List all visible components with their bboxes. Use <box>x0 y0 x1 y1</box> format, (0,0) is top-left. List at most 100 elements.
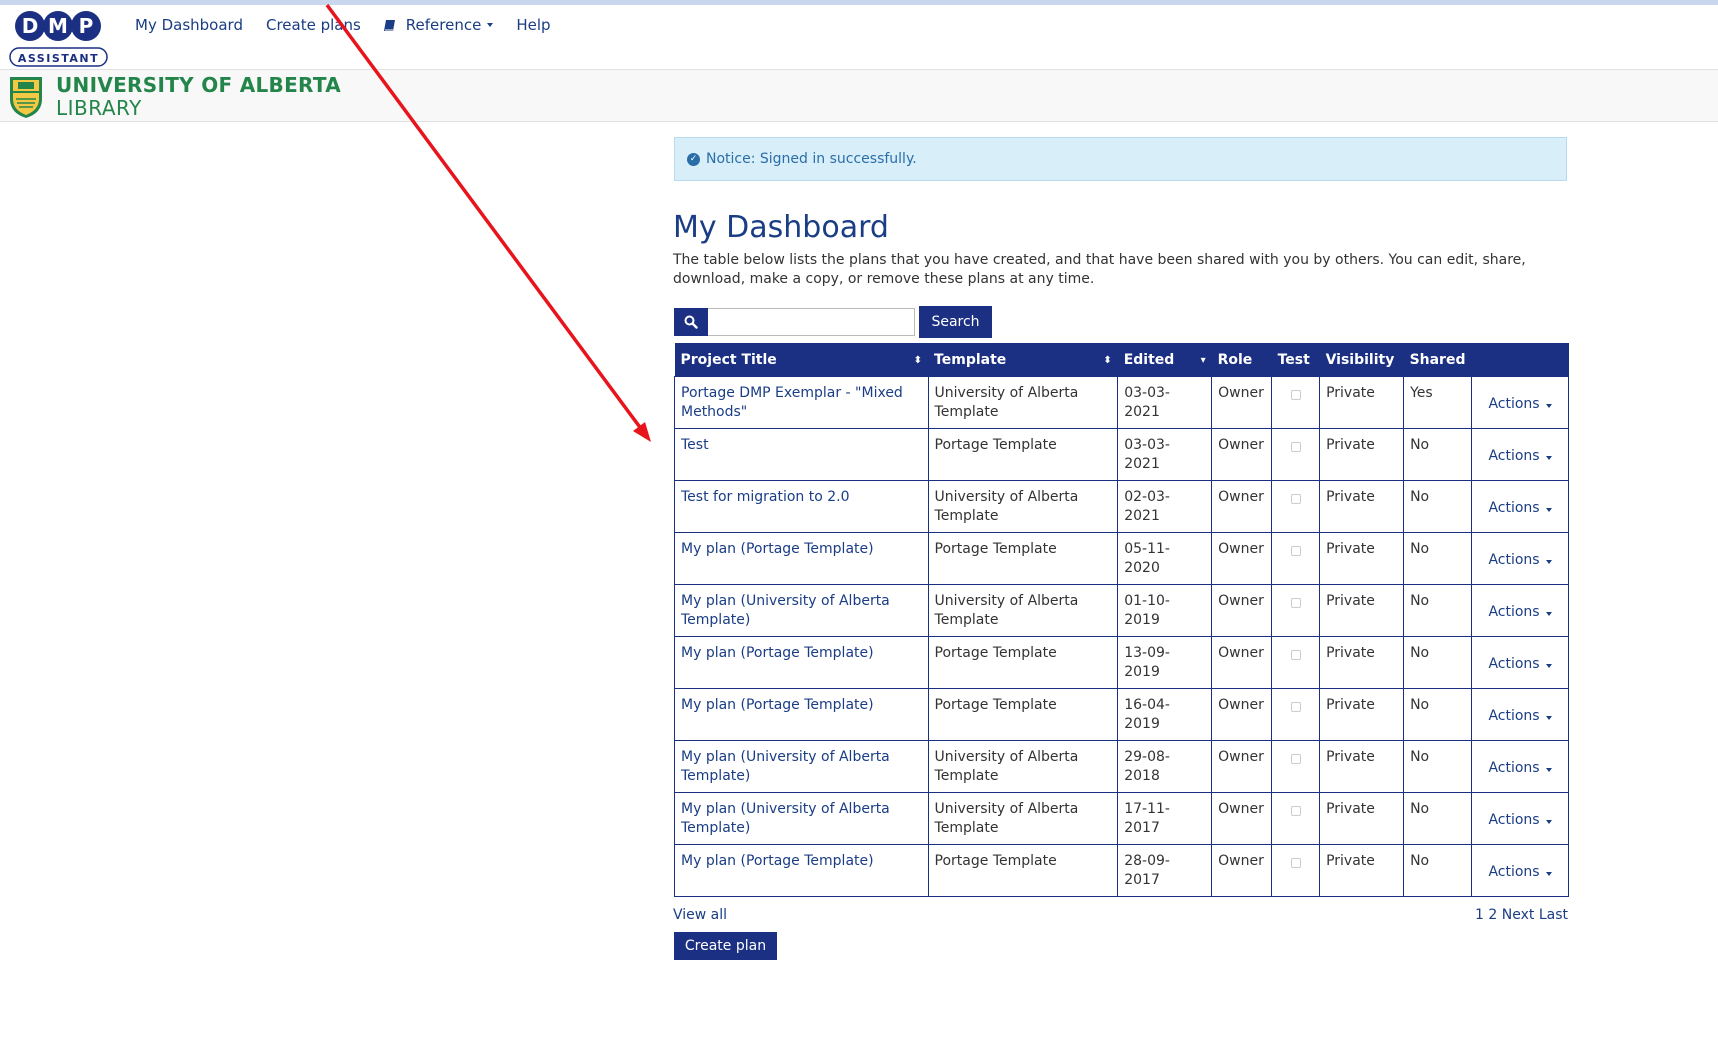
actions-dropdown[interactable]: Actions <box>1488 552 1552 568</box>
test-checkbox[interactable] <box>1290 546 1301 556</box>
actions-dropdown[interactable]: Actions <box>1488 500 1552 516</box>
chevron-down-icon <box>1545 611 1552 616</box>
nav-help[interactable]: Help <box>516 16 550 34</box>
actions-dropdown[interactable]: Actions <box>1488 708 1552 724</box>
plan-actions-cell: Actions <box>1471 636 1569 689</box>
plan-title-link[interactable]: Test for migration to 2.0 <box>681 489 850 505</box>
actions-label: Actions <box>1488 811 1540 828</box>
actions-dropdown[interactable]: Actions <box>1488 396 1552 412</box>
plan-edited: 02-03-2021 <box>1117 480 1213 533</box>
plan-shared: No <box>1403 480 1473 533</box>
col-edited[interactable]: Edited ▾ <box>1117 343 1212 377</box>
plan-visibility: Private <box>1319 376 1405 429</box>
plan-template: Portage Template <box>927 636 1119 689</box>
plan-test-cell <box>1271 584 1321 637</box>
book-icon <box>383 19 395 31</box>
plan-shared: No <box>1403 792 1473 845</box>
plan-title-link[interactable]: My plan (Portage Template) <box>681 645 874 661</box>
test-checkbox[interactable] <box>1290 442 1301 452</box>
col-test: Test <box>1271 343 1320 377</box>
col-project-title[interactable]: Project Title ⬍ <box>674 343 929 377</box>
table-row: Test for migration to 2.0 University of A… <box>674 480 1569 533</box>
test-checkbox[interactable] <box>1290 858 1301 868</box>
svg-text:P: P <box>79 14 94 38</box>
sort-desc-icon[interactable]: ▾ <box>1201 354 1206 368</box>
chevron-down-icon <box>1545 871 1552 876</box>
plan-template: Portage Template <box>927 428 1119 481</box>
plan-visibility: Private <box>1319 480 1405 533</box>
institution-name: UNIVERSITY OF ALBERTA <box>56 73 342 97</box>
plan-title-link[interactable]: My plan (University of Alberta Template) <box>681 593 890 628</box>
chevron-down-icon <box>1545 767 1552 772</box>
actions-dropdown[interactable]: Actions <box>1488 760 1552 776</box>
plan-actions-cell: Actions <box>1471 532 1569 585</box>
page-title: My Dashboard <box>673 210 889 245</box>
institution-library: LIBRARY <box>56 96 142 120</box>
nav-my-dashboard[interactable]: My Dashboard <box>135 16 243 34</box>
plan-title-cell: My plan (University of Alberta Template) <box>674 792 929 845</box>
plan-actions-cell: Actions <box>1471 376 1569 429</box>
search-icon <box>674 308 708 336</box>
search-button[interactable]: Search <box>919 306 992 338</box>
plan-actions-cell: Actions <box>1471 792 1569 845</box>
col-visibility: Visibility <box>1319 343 1404 377</box>
plan-title-cell: My plan (University of Alberta Template) <box>674 584 929 637</box>
plan-title-link[interactable]: Test <box>681 437 709 453</box>
test-checkbox[interactable] <box>1290 390 1301 400</box>
col-template[interactable]: Template ⬍ <box>928 343 1118 377</box>
view-all-link[interactable]: View all <box>673 907 727 923</box>
plan-role: Owner <box>1211 428 1273 481</box>
plan-title-link[interactable]: My plan (Portage Template) <box>681 853 874 869</box>
dmp-assistant-logo[interactable]: D M P ASSISTANT <box>8 9 110 69</box>
search-input[interactable] <box>708 308 915 336</box>
actions-dropdown[interactable]: Actions <box>1488 603 1552 620</box>
actions-dropdown[interactable]: Actions <box>1488 864 1552 880</box>
plan-actions-cell: Actions <box>1471 584 1569 637</box>
test-checkbox[interactable] <box>1290 650 1301 660</box>
plan-title-link[interactable]: My plan (Portage Template) <box>681 541 874 557</box>
chevron-down-icon <box>1545 403 1552 408</box>
plan-role: Owner <box>1211 532 1273 585</box>
test-checkbox[interactable] <box>1290 494 1301 504</box>
plan-test-cell <box>1271 636 1321 689</box>
nav-reference[interactable]: Reference <box>383 16 494 34</box>
plan-shared: No <box>1403 532 1473 585</box>
plan-shared: No <box>1403 740 1473 793</box>
col-role: Role <box>1211 343 1272 377</box>
plan-visibility: Private <box>1319 532 1405 585</box>
actions-dropdown[interactable]: Actions <box>1488 655 1552 672</box>
create-plan-button[interactable]: Create plan <box>674 932 777 960</box>
table-row: My plan (University of Alberta Template)… <box>674 584 1569 637</box>
nav-create-plans[interactable]: Create plans <box>266 16 361 34</box>
test-checkbox[interactable] <box>1290 754 1301 764</box>
plan-title-cell: My plan (Portage Template) <box>674 532 929 585</box>
plan-title-link[interactable]: Portage DMP Exemplar - "Mixed Methods" <box>681 385 903 420</box>
actions-dropdown[interactable]: Actions <box>1488 448 1552 464</box>
test-checkbox[interactable] <box>1290 702 1301 712</box>
test-checkbox[interactable] <box>1290 598 1301 608</box>
search-bar: Search <box>674 306 992 338</box>
plan-visibility: Private <box>1319 792 1405 845</box>
plan-title-cell: Portage DMP Exemplar - "Mixed Methods" <box>674 376 929 429</box>
plan-template: University of Alberta Template <box>927 792 1119 845</box>
plan-visibility: Private <box>1319 428 1405 481</box>
plan-test-cell <box>1271 532 1321 585</box>
table-row: My plan (Portage Template) Portage Templa… <box>674 636 1569 689</box>
plan-title-link[interactable]: My plan (Portage Template) <box>681 697 874 713</box>
sort-icon[interactable]: ⬍ <box>1103 354 1111 368</box>
plan-visibility: Private <box>1319 740 1405 793</box>
actions-label: Actions <box>1488 655 1540 672</box>
plan-role: Owner <box>1211 740 1273 793</box>
pagination[interactable]: 1 2 Next Last <box>1475 907 1568 923</box>
plan-shared: Yes <box>1403 376 1473 429</box>
plan-actions-cell: Actions <box>1471 740 1569 793</box>
plan-title-link[interactable]: My plan (University of Alberta Template) <box>681 749 890 784</box>
plan-title-link[interactable]: My plan (University of Alberta Template) <box>681 801 890 836</box>
plan-edited: 03-03-2021 <box>1117 376 1213 429</box>
chevron-down-icon <box>1545 715 1552 720</box>
actions-label: Actions <box>1488 603 1540 620</box>
chevron-down-icon <box>1545 819 1552 824</box>
sort-icon[interactable]: ⬍ <box>914 354 922 368</box>
test-checkbox[interactable] <box>1290 806 1301 816</box>
actions-dropdown[interactable]: Actions <box>1488 811 1552 828</box>
